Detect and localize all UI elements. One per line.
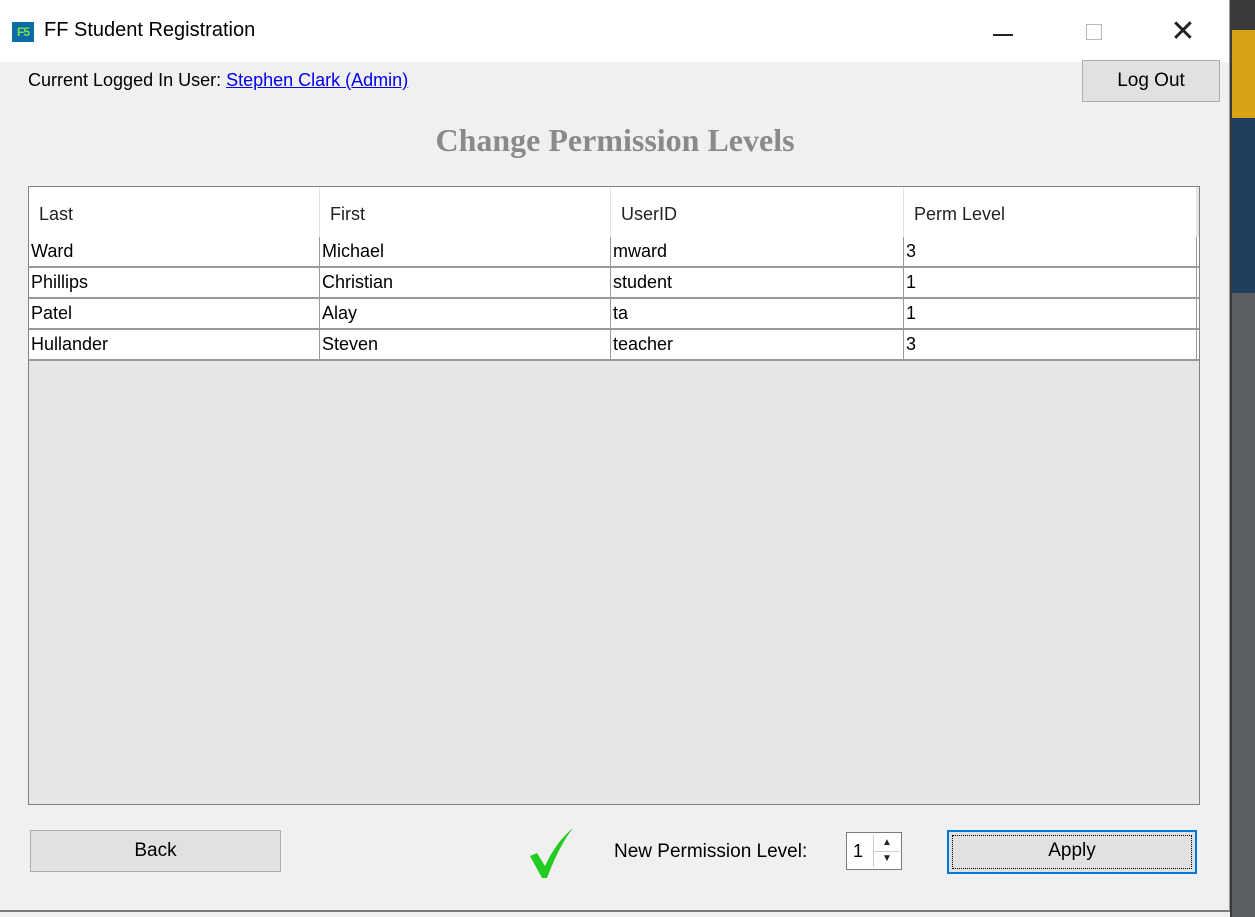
cell-last[interactable]: Phillips [29, 268, 320, 297]
column-header-first[interactable]: First [320, 187, 611, 237]
current-user-label: Current Logged In User: [28, 70, 227, 90]
minimize-icon [993, 34, 1013, 36]
column-header-perm-level[interactable]: Perm Level [904, 187, 1197, 237]
cell-first[interactable]: Alay [320, 299, 611, 328]
permission-level-value[interactable]: 1 [853, 841, 863, 862]
title-bar: F5 FF Student Registration ✕ [0, 0, 1229, 62]
table-header: Last First UserID Perm Level [29, 187, 1197, 237]
spinner-down-icon[interactable]: ▼ [874, 851, 900, 867]
current-user-line: Current Logged In User: Stephen Clark (A… [28, 70, 408, 91]
new-permission-level-label: New Permission Level: [614, 841, 808, 862]
table-row[interactable]: Phillips Christian student 1 [29, 268, 1199, 299]
maximize-icon [1086, 24, 1102, 40]
permission-level-spinner[interactable]: 1 ▲ ▼ [846, 832, 902, 870]
app-window: F5 FF Student Registration ✕ Current Log… [0, 0, 1230, 912]
cell-userid[interactable]: student [611, 268, 904, 297]
cell-first[interactable]: Michael [320, 237, 611, 266]
cell-userid[interactable]: ta [611, 299, 904, 328]
cell-perm-level[interactable]: 3 [904, 330, 1197, 359]
cell-first[interactable]: Steven [320, 330, 611, 359]
cell-userid[interactable]: mward [611, 237, 904, 266]
page-title: Change Permission Levels [435, 122, 795, 158]
column-header-userid[interactable]: UserID [611, 187, 904, 237]
cell-first[interactable]: Christian [320, 268, 611, 297]
cell-perm-level[interactable]: 3 [904, 237, 1197, 266]
table-row[interactable]: Hullander Steven teacher 3 [29, 330, 1199, 361]
cell-last[interactable]: Patel [29, 299, 320, 328]
table-row[interactable]: Ward Michael mward 3 [29, 237, 1199, 268]
spinner-up-icon[interactable]: ▲ [874, 835, 900, 852]
cell-perm-level[interactable]: 1 [904, 268, 1197, 297]
table-body: Ward Michael mward 3 Phillips Christian … [29, 237, 1199, 361]
window-title: FF Student Registration [44, 19, 256, 41]
close-button[interactable]: ✕ [1160, 14, 1206, 50]
close-icon: ✕ [1170, 15, 1196, 48]
permissions-table: Last First UserID Perm Level Ward Michae… [28, 186, 1200, 805]
spinner-arrows: ▲ ▼ [873, 835, 900, 867]
desktop-background-panel [1232, 118, 1255, 293]
check-icon [530, 828, 573, 878]
apply-button-label: Apply [1048, 840, 1096, 861]
desktop-taskbar-item [1232, 30, 1255, 118]
table-row[interactable]: Patel Alay ta 1 [29, 299, 1199, 330]
app-icon: F5 [12, 22, 34, 42]
apply-button[interactable]: Apply [947, 830, 1197, 874]
desktop-background-panel [1232, 293, 1255, 917]
back-button[interactable]: Back [30, 830, 281, 872]
minimize-button[interactable] [980, 14, 1026, 50]
column-header-last[interactable]: Last [29, 187, 320, 237]
cell-last[interactable]: Ward [29, 237, 320, 266]
cell-perm-level[interactable]: 1 [904, 299, 1197, 328]
current-user-link[interactable]: Stephen Clark (Admin) [226, 70, 408, 90]
cell-last[interactable]: Hullander [29, 330, 320, 359]
maximize-button[interactable] [1070, 14, 1116, 50]
logout-button[interactable]: Log Out [1082, 60, 1220, 102]
cell-userid[interactable]: teacher [611, 330, 904, 359]
